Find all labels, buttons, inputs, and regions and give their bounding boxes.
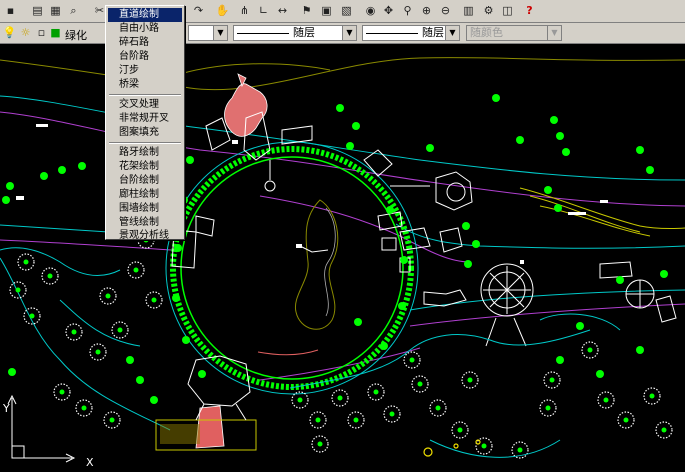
yellow-hatch (160, 424, 200, 444)
block-icon[interactable]: ▣ (318, 2, 335, 19)
linetype-control[interactable]: 随层 ▼ (233, 25, 357, 41)
menu-separator (109, 94, 181, 96)
layer-color-swatch-icon: ■ (50, 26, 61, 39)
menu-item-irregular-fork[interactable]: 非常规开叉 (108, 112, 182, 126)
help-label: ? (526, 4, 533, 17)
plotstyle-value: 随颜色 (470, 26, 503, 39)
pan-icon[interactable]: ✋ (214, 2, 231, 19)
help-icon[interactable]: ? (521, 2, 538, 19)
match-properties-icon[interactable]: ⚑ (298, 2, 315, 19)
menu-item-intersection[interactable]: 交叉处理 (108, 98, 182, 112)
zoom-previous-icon[interactable]: ⊖ (437, 2, 454, 19)
save-icon[interactable]: ▪ (2, 2, 19, 19)
design-center-icon[interactable]: ⚙ (480, 2, 497, 19)
menu-item-straight-path[interactable]: 直道绘制 (108, 8, 182, 22)
zoom-realtime-icon[interactable]: ⚲ (399, 2, 416, 19)
menu-item-step-path[interactable]: 台阶路 (108, 50, 182, 64)
database-icon[interactable]: ◫ (499, 2, 516, 19)
redo-icon[interactable]: ↷ (190, 2, 207, 19)
chevron-down-icon[interactable]: ▼ (213, 26, 227, 40)
color-control[interactable]: ▼ (188, 25, 228, 41)
chevron-down-icon[interactable]: ▼ (445, 26, 459, 40)
menu-item-wall-draw[interactable]: 围墙绘制 (108, 202, 182, 216)
measure-icon[interactable]: ↔ (274, 2, 291, 19)
menu-item-free-path[interactable]: 自由小路 (108, 22, 182, 36)
current-layer-name[interactable]: 绿化 (65, 27, 87, 43)
menu-item-curb-draw[interactable]: 路牙绘制 (108, 146, 182, 160)
drawing-canvas[interactable]: Y X (0, 44, 685, 472)
menu-item-pergola-draw[interactable]: 花架绘制 (108, 160, 182, 174)
menu-item-gravel-path[interactable]: 碎石路 (108, 36, 182, 50)
chevron-down-icon[interactable]: ▼ (342, 26, 356, 40)
menu-item-hatch-fill[interactable]: 图案填充 (108, 126, 182, 140)
lightbulb-icon: 💡 (2, 26, 17, 39)
orbit-icon[interactable]: ◉ (362, 2, 379, 19)
lineweight-value: 随层 (422, 26, 444, 39)
pan-realtime-icon[interactable]: ✥ (380, 2, 397, 19)
linetype-value: 随层 (293, 26, 315, 39)
find-icon[interactable]: ⌕ (65, 2, 82, 19)
menu-item-view-analysis[interactable]: 景观分析线 (108, 230, 182, 243)
path-draw-menu: 直道绘制 自由小路 碎石路 台阶路 汀步 桥梁 交叉处理 非常规开叉 图案填充 … (105, 5, 185, 243)
sun-icon: ☼ (20, 26, 31, 39)
plotstyle-control: 随颜色 ▼ (466, 25, 562, 41)
standard-toolbar: ▪ ▤ ▦ ⌕ ✂ ↷ ✋ ⋔ ∟ ↔ ⚑ ▣ ▧ ◉ ✥ ⚲ ⊕ ⊖ ▥ ⚙ … (0, 0, 685, 23)
menu-item-steps-draw[interactable]: 台阶绘制 (108, 174, 182, 188)
print-icon[interactable]: ▤ (29, 2, 46, 19)
menu-item-colonnade-draw[interactable]: 廊柱绘制 (108, 188, 182, 202)
lineweight-control[interactable]: 随层 ▼ (362, 25, 460, 41)
insert-icon[interactable]: ▧ (338, 2, 355, 19)
print-preview-icon[interactable]: ▦ (47, 2, 64, 19)
ucs-x-label: X (86, 456, 94, 469)
line-sample (237, 32, 289, 34)
chevron-down-icon: ▼ (547, 26, 561, 40)
zoom-window-icon[interactable]: ⊕ (418, 2, 435, 19)
ortho-icon[interactable]: ∟ (255, 2, 272, 19)
line-sample (366, 32, 418, 34)
snap-icon[interactable]: ⋔ (236, 2, 253, 19)
menu-separator (109, 142, 181, 144)
menu-item-stepping-stones[interactable]: 汀步 (108, 64, 182, 78)
layer-properties-bar: 💡 ☼ ▫ ■ 绿化 ▼ 随层 ▼ 随层 ▼ 随颜色 ▼ (0, 23, 685, 44)
menu-item-pipeline-draw[interactable]: 管线绘制 (108, 216, 182, 230)
menu-item-bridge[interactable]: 桥梁 (108, 78, 182, 92)
ucs-y-label: Y (2, 402, 10, 415)
properties-icon[interactable]: ▥ (460, 2, 477, 19)
